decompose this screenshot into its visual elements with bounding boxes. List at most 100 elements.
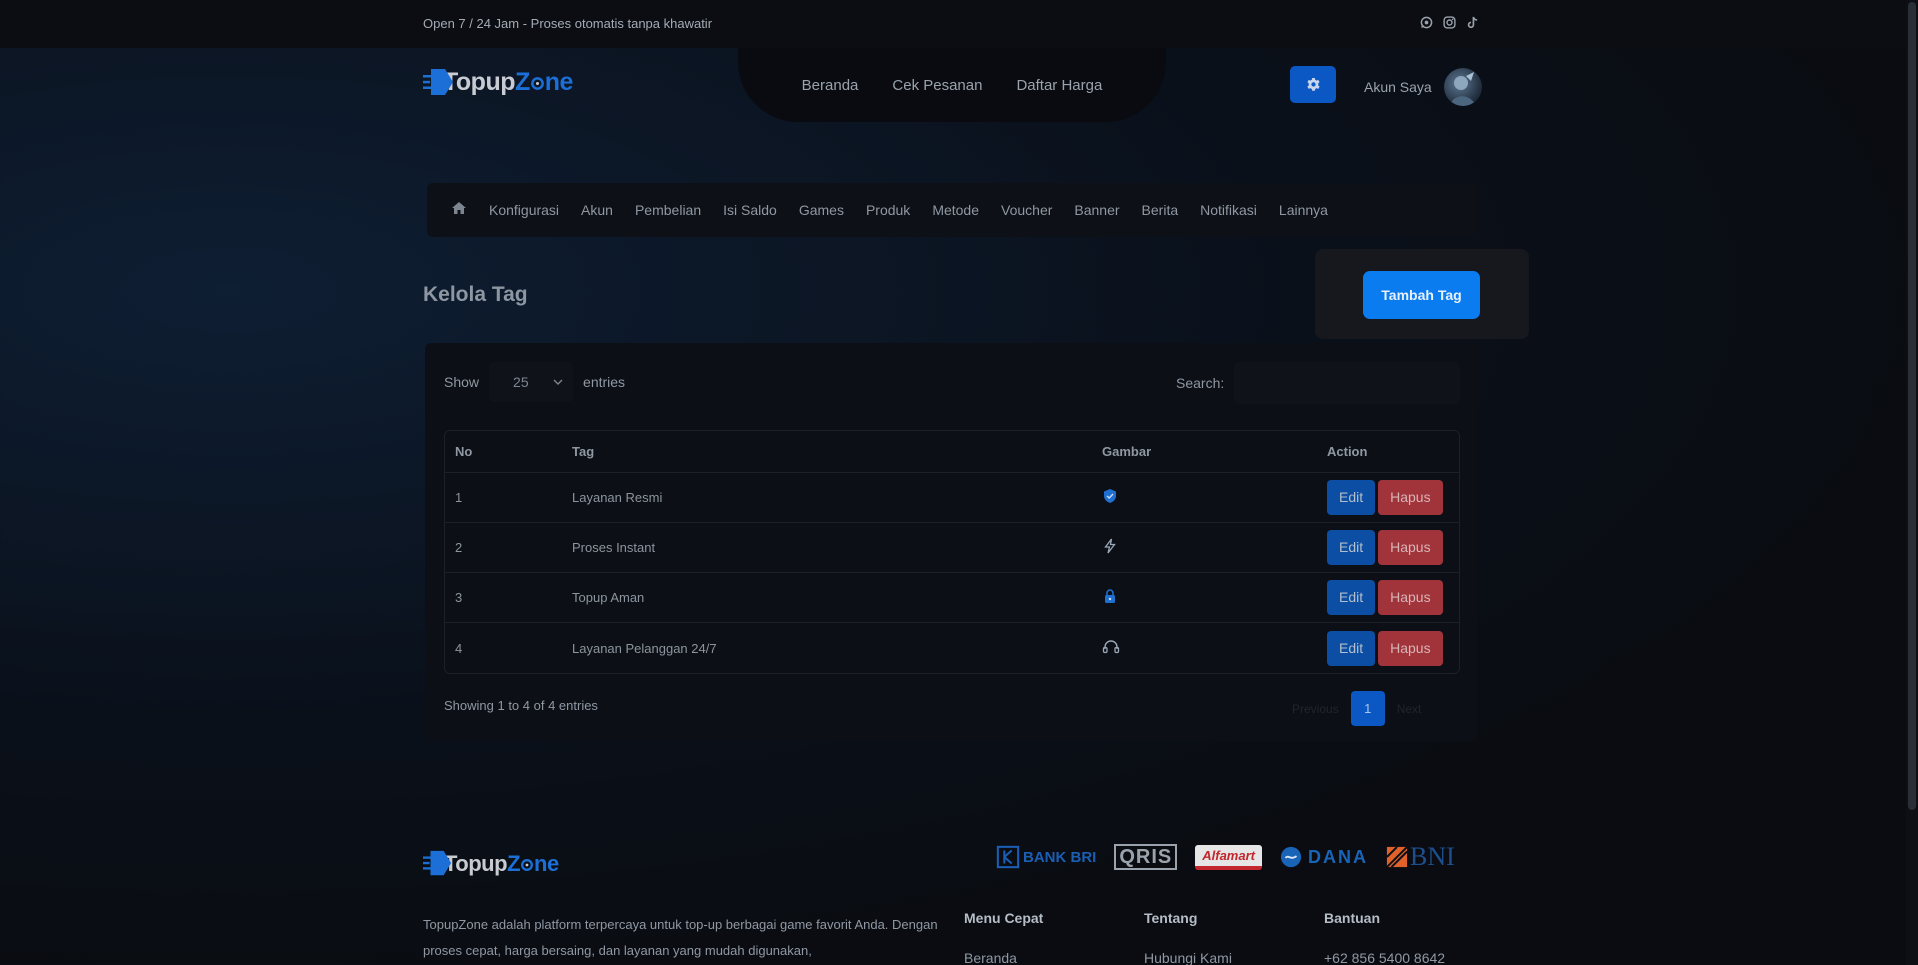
logo-mark-icon [423,66,455,98]
admin-menu-konfigurasi[interactable]: Konfigurasi [489,202,559,218]
footer-col-title: Tentang [1144,910,1198,926]
bni-icon [1386,846,1408,868]
admin-menu-metode[interactable]: Metode [932,202,979,218]
site-logo[interactable]: Topup Z ne [423,66,573,98]
footer-link[interactable]: Beranda [964,950,1043,965]
logo-text-secondary: ne [544,67,574,96]
nav-daftar-harga[interactable]: Daftar Harga [1016,77,1102,94]
admin-menu: Konfigurasi Akun Pembelian Isi Saldo Gam… [427,183,1477,237]
admin-menu-banner[interactable]: Banner [1074,202,1119,218]
account-label: Akun Saya [1364,79,1432,95]
row-image [1092,573,1317,623]
table-row: 3 Topup Aman Edit Hapus [445,573,1459,623]
gear-icon [1306,77,1320,91]
entries-label: entries [583,374,626,390]
tags-table: No Tag Gambar Action 1 Layanan Resmi Edi… [444,430,1460,674]
payment-methods: BANK BRI QRIS Alfamart DANA BNI [996,842,1455,871]
edit-button[interactable]: Edit [1327,580,1376,615]
edit-button[interactable]: Edit [1327,480,1376,515]
row-actions: Edit Hapus [1317,473,1459,523]
add-tag-panel: Tambah Tag [1315,249,1529,339]
settings-button[interactable] [1290,66,1336,103]
column-tag[interactable]: Tag [562,431,1092,473]
tagline: Open 7 / 24 Jam - Proses otomatis tanpa … [423,16,713,31]
row-actions: Edit Hapus [1317,523,1459,573]
admin-menu-voucher[interactable]: Voucher [1001,202,1052,218]
row-tag: Topup Aman [562,573,1092,623]
instagram-icon[interactable] [1443,16,1456,29]
row-image [1092,623,1317,673]
entries-select[interactable]: 25 [489,362,574,402]
footer-link[interactable]: +62 856 5400 8642 [1324,950,1445,965]
table-row: 4 Layanan Pelanggan 24/7 Edit Hapus [445,623,1459,673]
edit-button[interactable]: Edit [1327,630,1376,666]
row-actions: Edit Hapus [1317,573,1459,623]
bank-bri-icon [996,845,1020,869]
delete-button[interactable]: Hapus [1378,530,1443,565]
pagination-page-1[interactable]: 1 [1350,691,1385,726]
row-tag: Layanan Resmi [562,473,1092,523]
footer-col-title: Bantuan [1324,910,1380,926]
footer-logo[interactable]: Topup Z ne [423,848,559,880]
scrollbar-thumb[interactable] [1908,2,1916,810]
search-control: Search: [1176,362,1461,404]
social-links [1420,16,1479,29]
logo-mark-icon [423,848,455,880]
row-no: 2 [445,523,562,573]
nav-beranda[interactable]: Beranda [802,77,859,94]
row-tag: Layanan Pelanggan 24/7 [572,640,717,656]
pagination-next[interactable]: Next [1397,702,1422,716]
search-input[interactable] [1234,362,1461,404]
admin-menu-games[interactable]: Games [799,202,844,218]
column-no[interactable]: No [445,431,562,473]
dana-icon [1280,846,1302,868]
logo-o-icon [530,68,545,97]
admin-menu-lainnya[interactable]: Lainnya [1279,202,1328,218]
row-no: 4 [455,640,463,656]
table-row: 2 Proses Instant Edit Hapus [445,523,1459,573]
dana-logo: DANA [1280,843,1368,871]
footer-col-menu-cepat: Menu Cepat Beranda [964,910,1043,965]
pagination: Previous 1 Next [1292,691,1421,726]
table-info: Showing 1 to 4 of 4 entries [444,698,598,713]
logo-text-z: Z [507,851,521,876]
row-image [1092,523,1317,573]
footer-link[interactable]: Hubungi Kami [1144,950,1232,965]
lock-icon [1105,589,1115,603]
home-icon[interactable] [451,201,467,220]
footer-col-bantuan: Bantuan +62 856 5400 8642 [1324,910,1445,965]
bank-bri-logo: BANK BRI [996,843,1096,871]
admin-menu-notifikasi[interactable]: Notifikasi [1200,202,1257,218]
entries-value: 25 [513,374,529,390]
avatar[interactable] [1443,68,1482,106]
tags-card: Show 25 entries Search: No Tag Gambar Ac… [425,343,1477,741]
whatsapp-icon[interactable] [1420,16,1433,29]
headset-icon [1102,639,1120,653]
admin-menu-berita[interactable]: Berita [1142,202,1179,218]
tiktok-icon[interactable] [1466,16,1479,29]
logo-o-icon [520,851,534,877]
nav-cek-pesanan[interactable]: Cek Pesanan [892,77,982,94]
row-no: 1 [445,473,562,523]
account-menu[interactable]: Akun Saya [1364,68,1482,106]
add-tag-button[interactable]: Tambah Tag [1363,271,1480,319]
column-gambar[interactable]: Gambar [1092,431,1317,473]
pagination-previous[interactable]: Previous [1292,702,1339,716]
bni-label: BNI [1410,842,1455,871]
bni-logo: BNI [1386,842,1455,871]
show-label: Show [444,374,480,390]
dana-label: DANA [1308,846,1368,867]
qris-label: QRIS [1114,844,1178,870]
delete-button[interactable]: Hapus [1378,480,1443,515]
delete-button[interactable]: Hapus [1378,580,1443,615]
admin-menu-pembelian[interactable]: Pembelian [635,202,701,218]
admin-menu-akun[interactable]: Akun [581,202,613,218]
admin-menu-isi-saldo[interactable]: Isi Saldo [723,202,777,218]
shield-check-icon [1104,489,1116,503]
search-label: Search: [1176,375,1225,391]
edit-button[interactable]: Edit [1327,530,1376,565]
alfamart-label: Alfamart [1195,844,1262,870]
column-action[interactable]: Action [1317,431,1459,473]
delete-button[interactable]: Hapus [1378,630,1443,666]
admin-menu-produk[interactable]: Produk [866,202,910,218]
